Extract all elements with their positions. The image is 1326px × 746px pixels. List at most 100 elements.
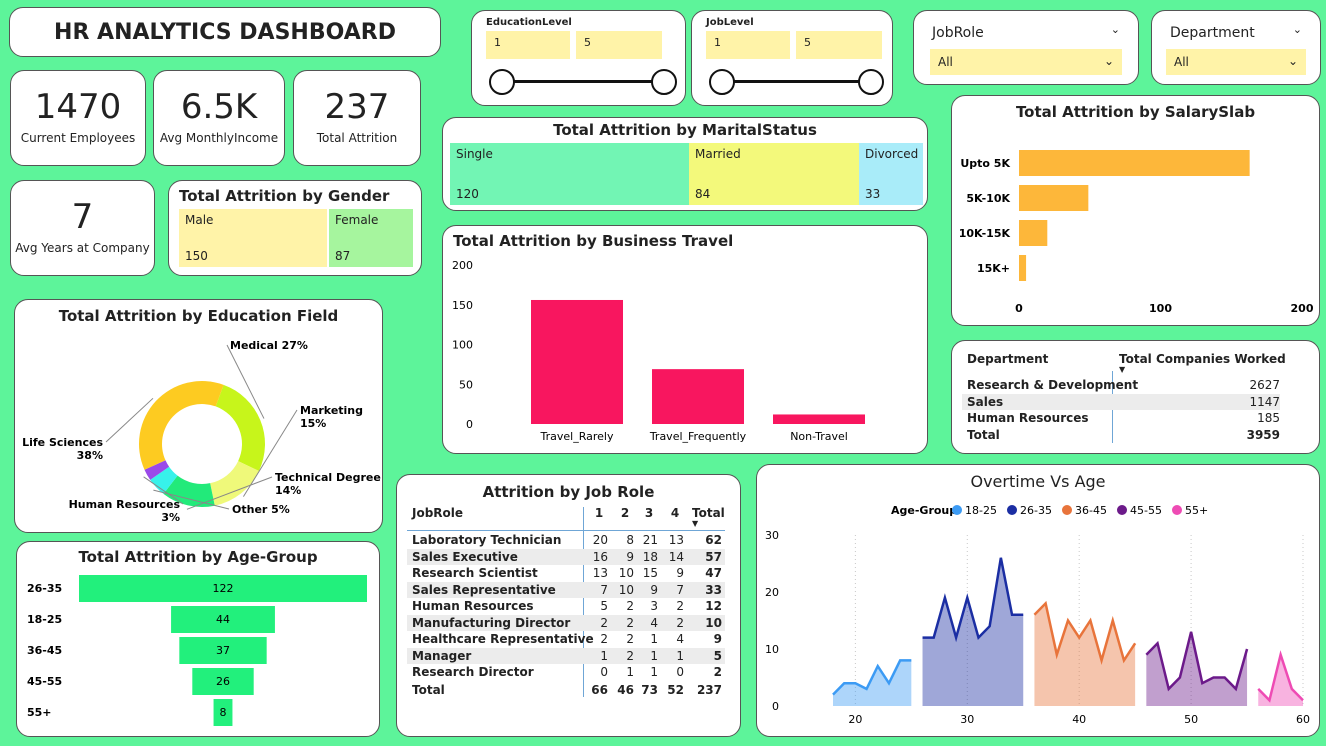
jobrole-select[interactable]: All ⌄ xyxy=(930,49,1122,75)
header-divider xyxy=(407,530,725,531)
slider-track[interactable] xyxy=(722,80,872,83)
legend-marker[interactable] xyxy=(952,505,962,515)
cell-value: 2 xyxy=(626,648,634,663)
col-header-department[interactable]: Department xyxy=(967,352,1048,366)
area-45-55[interactable] xyxy=(1146,631,1248,706)
x-tick-label: 0 xyxy=(1015,302,1023,315)
slice-label: Other 5% xyxy=(232,503,290,516)
cell-department: Research & Development xyxy=(967,378,1139,392)
slider-handle-min[interactable] xyxy=(489,69,515,95)
cell-value: 14 xyxy=(668,549,684,564)
bar-non-travel[interactable] xyxy=(773,414,865,424)
cell-value: 10 xyxy=(618,582,634,597)
donut-slice[interactable] xyxy=(215,384,266,471)
table-row[interactable]: Research Director 0 1 1 0 2 xyxy=(407,664,725,681)
marital-tile-divorced[interactable]: Divorced 33 xyxy=(859,143,923,205)
table-total-row[interactable]: Total 3959 xyxy=(962,427,1280,444)
cell-value: 73 xyxy=(641,682,658,697)
table-row[interactable]: Laboratory Technician 20 8 21 13 62 xyxy=(407,532,725,549)
table-row[interactable]: Human Resources 185 xyxy=(962,410,1280,427)
cell-value: 3 xyxy=(644,506,654,520)
chevron-down-icon[interactable]: ⌄ xyxy=(1288,54,1298,68)
department-select[interactable]: All ⌄ xyxy=(1166,49,1306,75)
table-row[interactable]: Human Resources 5 2 3 2 12 xyxy=(407,598,725,615)
chart-title: Total Attrition by Education Field xyxy=(58,307,339,325)
education-level-slicer[interactable]: EducationLevel 1 5 xyxy=(471,10,686,106)
job-level-slicer[interactable]: JobLevel 1 5 xyxy=(691,10,893,106)
table-row[interactable]: Manufacturing Director 2 2 4 2 10 xyxy=(407,614,725,631)
table-total-row[interactable]: Total 66 46 73 52 237 xyxy=(407,682,725,699)
chevron-down-icon[interactable]: ⌄ xyxy=(1104,54,1114,68)
cell-value: 5 xyxy=(600,599,608,613)
chevron-down-icon[interactable]: ⌄ xyxy=(1293,23,1302,36)
bar-upto 5k[interactable] xyxy=(1019,150,1250,176)
table-row[interactable]: Sales Executive 16 9 18 14 57 xyxy=(407,548,725,565)
cell-value: 0 xyxy=(676,665,684,679)
tile-label: Male xyxy=(185,213,214,227)
cell-value: 18 xyxy=(642,549,658,564)
legend-marker[interactable] xyxy=(1172,505,1182,515)
cell-jobrole: JobRole xyxy=(412,506,464,520)
select-value: All xyxy=(1174,55,1189,69)
slider-handle-max[interactable] xyxy=(858,69,884,95)
bar-travel_frequently[interactable] xyxy=(652,369,744,424)
table-row[interactable]: Research Scientist 13 10 15 9 47 xyxy=(407,565,725,582)
bar-travel_rarely[interactable] xyxy=(531,299,623,424)
cell-value: 9 xyxy=(676,566,684,580)
gender-tile-female[interactable]: Female 87 xyxy=(329,209,413,267)
legend-marker[interactable] xyxy=(1062,505,1072,515)
slider-track[interactable] xyxy=(502,80,664,83)
jobrole-dropdown[interactable]: JobRole ⌄ All ⌄ xyxy=(913,10,1139,85)
legend-marker[interactable] xyxy=(1007,505,1017,515)
col-header-companies[interactable]: Total Companies Worked xyxy=(1119,352,1286,366)
donut-slice[interactable] xyxy=(139,381,224,470)
joblevel-max-input[interactable]: 5 xyxy=(796,31,882,59)
marital-status-card: Total Attrition by MaritalStatus Single … xyxy=(442,117,928,211)
x-tick-label: 50 xyxy=(1184,713,1198,726)
slicer-label: EducationLevel xyxy=(486,17,572,28)
slider-handle-min[interactable] xyxy=(709,69,735,95)
gender-tile-male[interactable]: Male 150 xyxy=(179,209,327,267)
marital-tile-married[interactable]: Married 84 xyxy=(689,143,859,205)
chevron-down-icon[interactable]: ⌄ xyxy=(1111,23,1120,36)
y-tick-label: 200 xyxy=(452,259,473,272)
tile-value: 84 xyxy=(695,187,711,201)
legend-label: 18-25 xyxy=(965,504,997,517)
tile-value: 150 xyxy=(185,249,208,263)
area-55+[interactable] xyxy=(1258,654,1303,706)
cell-value: 2 xyxy=(626,632,634,646)
kpi-avg-years: 7 Avg Years at Company xyxy=(10,180,155,276)
business-travel-card: Total Attrition by Business Travel 0 50 10… xyxy=(442,225,928,454)
slider-handle-max[interactable] xyxy=(651,69,677,95)
cell-value: 2 xyxy=(626,615,634,630)
tile-label: Female xyxy=(335,213,379,227)
joblevel-min-input[interactable]: 1 xyxy=(706,31,790,59)
education-min-input[interactable]: 1 xyxy=(486,31,570,59)
bar-5k-10k[interactable] xyxy=(1019,185,1089,211)
table-row[interactable]: Sales 1147 xyxy=(962,393,1280,410)
table-row[interactable]: Research & Development 2627 xyxy=(962,377,1280,394)
tile-label: Single xyxy=(456,147,493,161)
table-row[interactable]: Manager 1 2 1 1 5 xyxy=(407,647,725,664)
cell-value: 2 xyxy=(626,599,634,613)
area-26-35[interactable] xyxy=(922,557,1024,706)
education-max-input[interactable]: 5 xyxy=(576,31,662,59)
sort-desc-icon[interactable]: ▼ xyxy=(692,519,698,528)
marital-tile-single[interactable]: Single 120 xyxy=(450,143,689,205)
slice-label: Life Sciences 38% xyxy=(22,436,103,462)
department-dropdown[interactable]: Department ⌄ All ⌄ xyxy=(1151,10,1321,85)
table-header-row[interactable]: JobRole 1 2 3 4 Total xyxy=(407,505,725,522)
bar-10k-15k[interactable] xyxy=(1019,220,1048,246)
cell-value: 52 xyxy=(667,682,684,697)
age-group-funnel-chart: 26-35 122 18-25 44 36-45 37 45-55 26 55+ 8 xyxy=(27,575,367,726)
table-row[interactable]: Sales Representative 7 10 9 7 33 xyxy=(407,581,725,598)
sort-desc-icon[interactable]: ▼ xyxy=(1119,365,1125,374)
department-table-body: Research & Development 2627 Sales 1147 Human… xyxy=(962,377,1280,443)
data-label: 122 xyxy=(213,582,234,595)
x-tick-label: 40 xyxy=(1072,713,1086,726)
cell-value: 2 xyxy=(620,506,630,520)
bar-15k+[interactable] xyxy=(1019,255,1027,281)
table-row[interactable]: Healthcare Representative 2 2 1 4 9 xyxy=(407,631,725,648)
legend-marker[interactable] xyxy=(1117,505,1127,515)
slicer-label: JobLevel xyxy=(706,17,754,28)
